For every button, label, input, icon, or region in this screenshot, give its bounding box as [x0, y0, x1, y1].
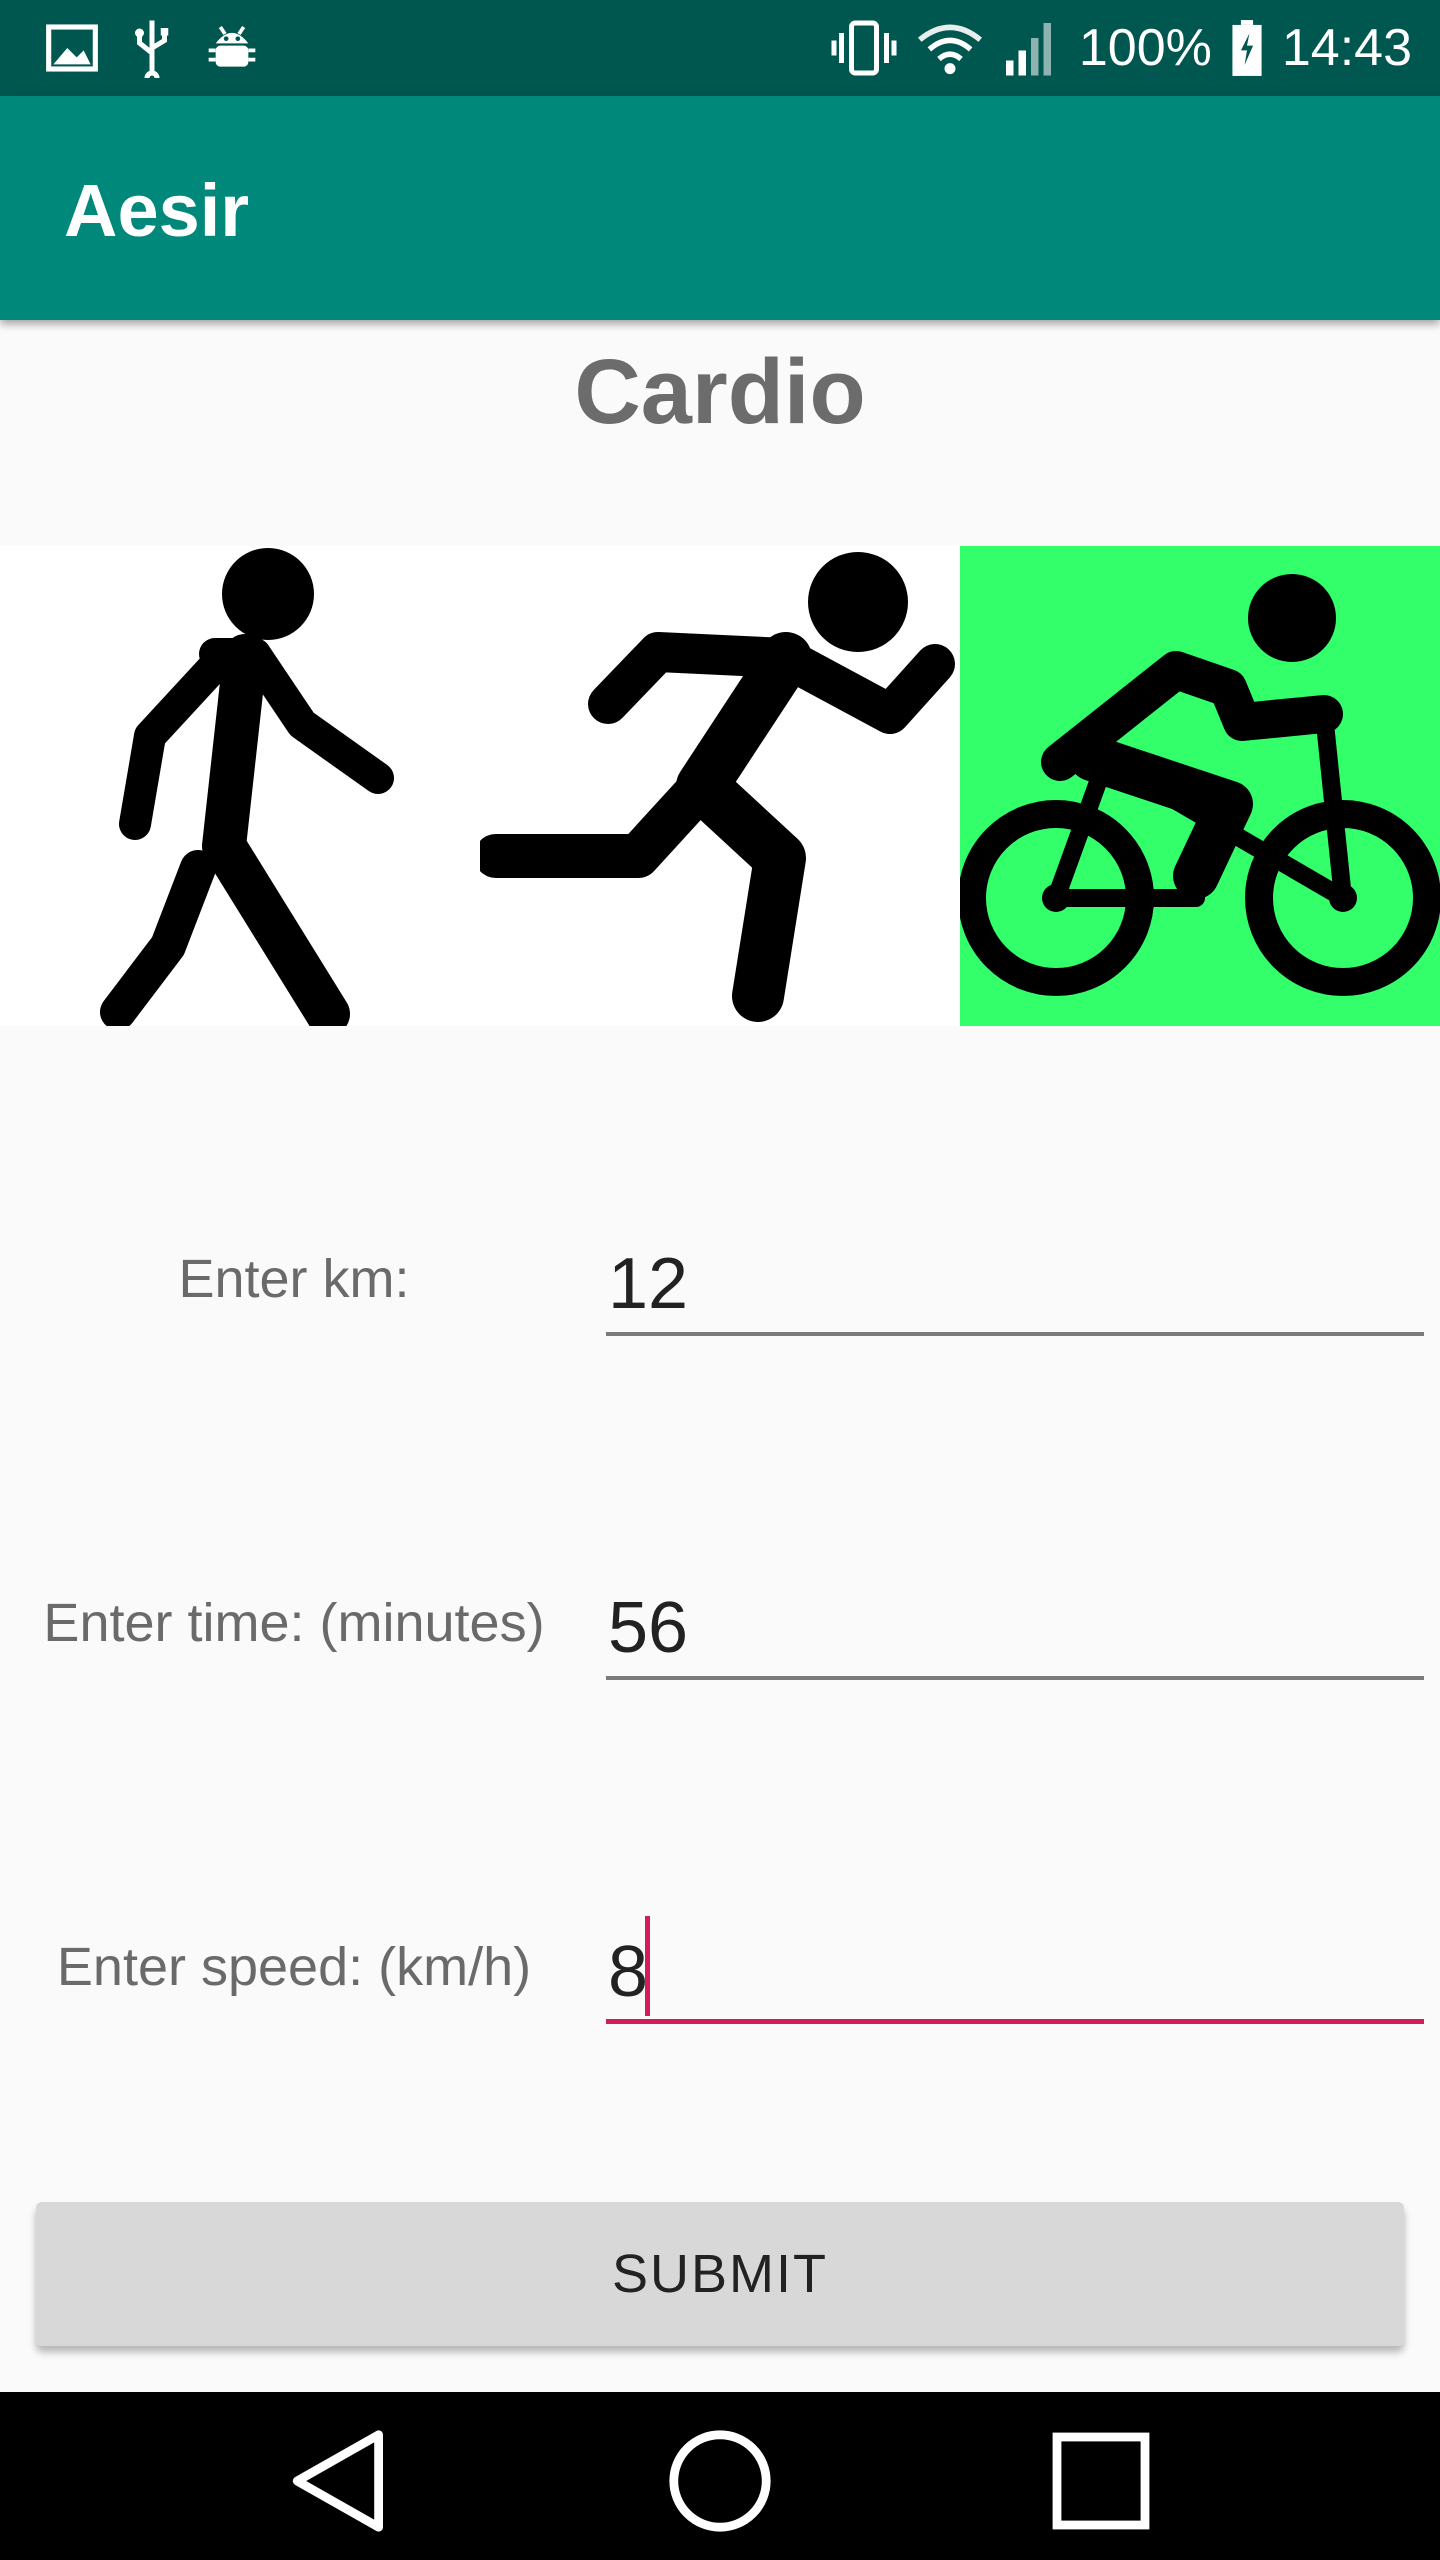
speed-label: Enter speed: (km/h) [56, 1937, 532, 1997]
cycling-icon [960, 574, 1440, 996]
status-bar-left-icons [44, 18, 260, 78]
wifi-icon [917, 24, 982, 75]
page-title: Cardio [574, 341, 866, 443]
walking-icon [100, 548, 394, 1026]
status-bar-right-icons: 100% 14:43 [829, 14, 1412, 82]
running-icon [480, 552, 955, 1022]
home-icon[interactable] [665, 2426, 775, 2536]
submit-button[interactable]: SUBMIT [36, 2202, 1404, 2346]
status-bar: 100% 14:43 [0, 0, 1440, 96]
battery-percent: 100% [1078, 19, 1212, 77]
walking-option[interactable] [0, 546, 480, 1026]
speed-input[interactable] [606, 1924, 1424, 2024]
km-input[interactable] [606, 1236, 1424, 1336]
text-cursor [645, 1916, 650, 2016]
clock: 14:43 [1281, 19, 1412, 77]
navigation-bar [0, 2392, 1440, 2560]
image-icon [46, 24, 98, 72]
cycling-option[interactable] [960, 546, 1440, 1026]
app-bar: Aesir [0, 96, 1440, 320]
back-icon[interactable] [284, 2426, 394, 2536]
activity-selector [0, 546, 1440, 1026]
signal-icon [1005, 23, 1051, 76]
vibrate-icon [831, 20, 897, 76]
battery-charging-icon [1232, 20, 1262, 76]
recents-icon[interactable] [1046, 2426, 1156, 2536]
running-option[interactable] [480, 546, 960, 1026]
app-title: Aesir [64, 169, 250, 252]
time-input[interactable] [606, 1580, 1424, 1680]
km-label: Enter km: [178, 1249, 410, 1309]
usb-icon [135, 20, 169, 78]
android-debug-icon [208, 25, 256, 67]
time-label: Enter time: (minutes) [43, 1593, 545, 1653]
